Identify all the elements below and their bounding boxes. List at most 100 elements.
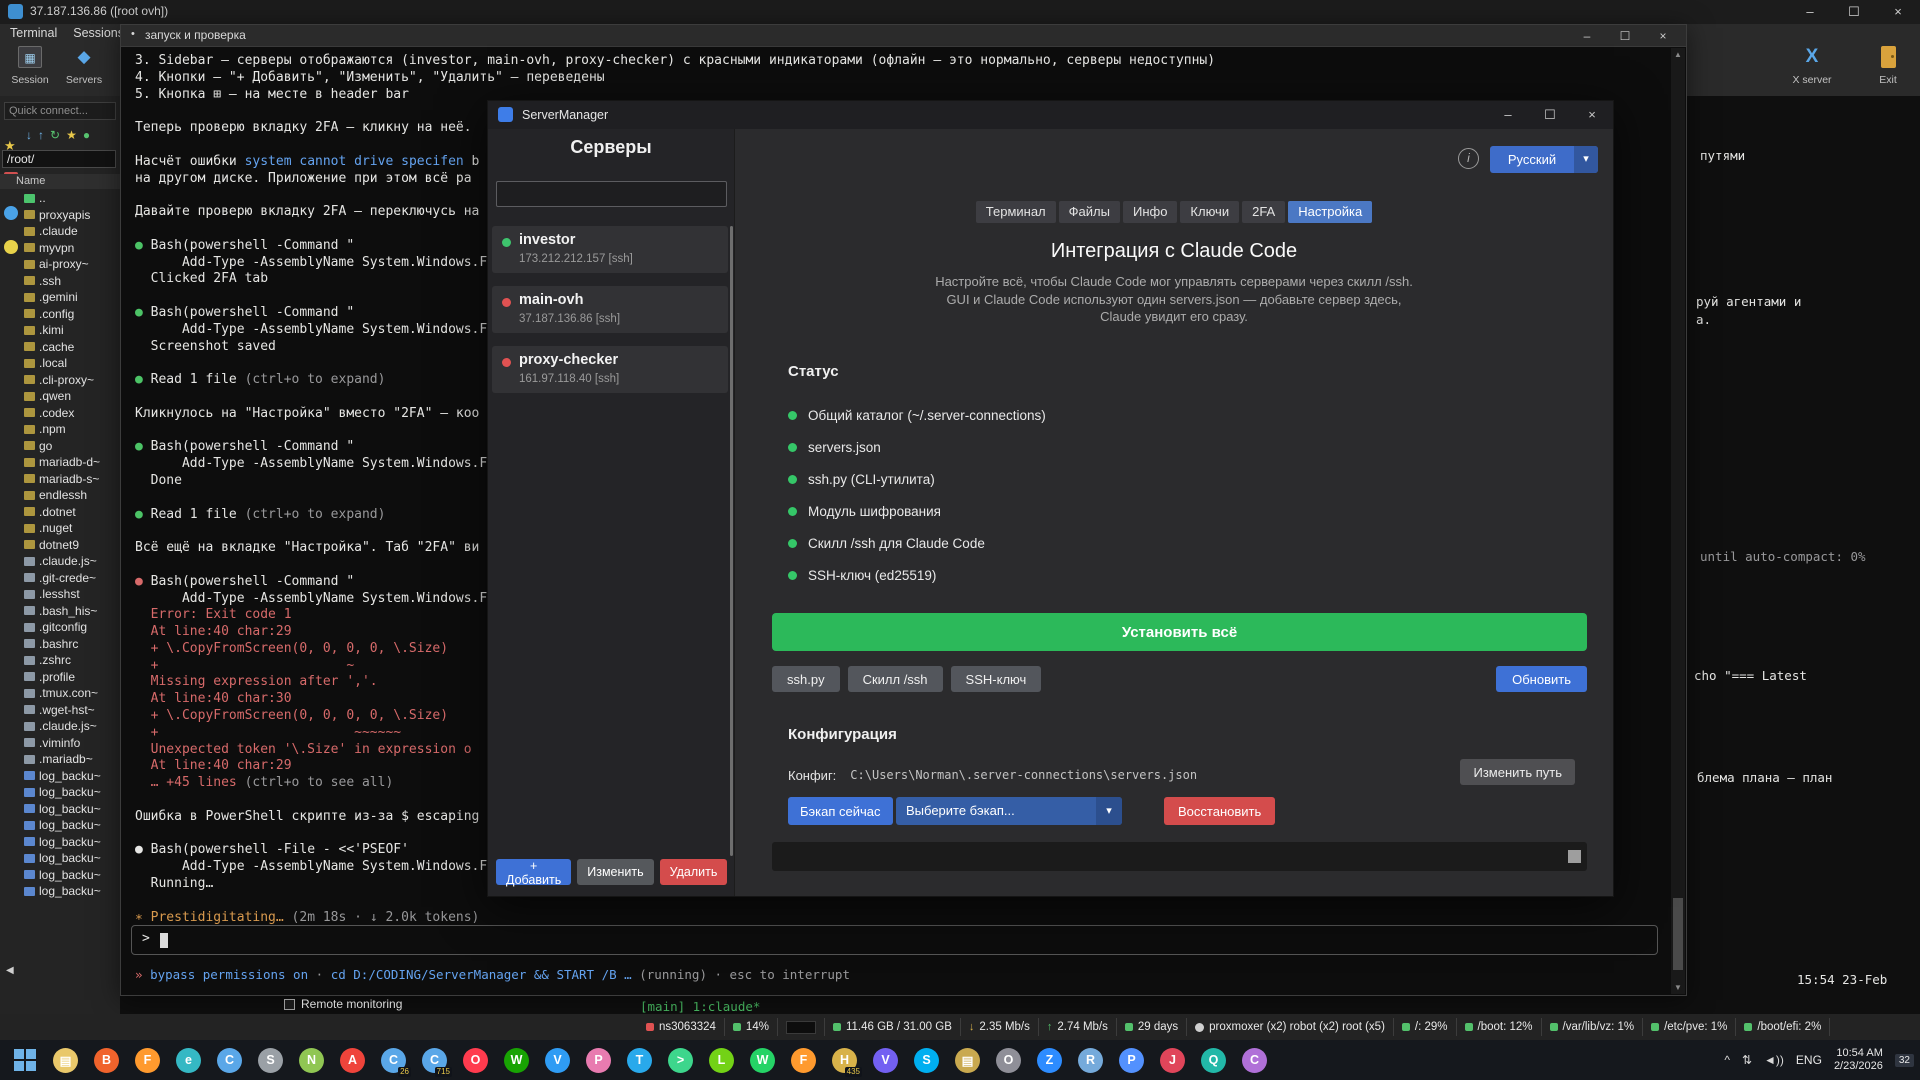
taskbar-powershell[interactable]: P bbox=[1111, 1040, 1152, 1080]
quick-connect-input[interactable]: Quick connect... bbox=[4, 102, 116, 120]
tree-item[interactable]: endlessh bbox=[24, 487, 120, 504]
server-item-proxy-checker[interactable]: proxy-checker161.97.118.40 [ssh] bbox=[492, 346, 728, 393]
backup-select[interactable]: Выберите бэкап... ▾ bbox=[896, 797, 1122, 825]
tree-item[interactable]: log_backu~ bbox=[24, 850, 120, 867]
tree-item[interactable]: log_backu~ bbox=[24, 784, 120, 801]
server-manager-titlebar[interactable]: ServerManager – ☐ × bbox=[488, 101, 1613, 129]
session-button[interactable]: ▦ Session bbox=[4, 46, 56, 88]
add-server-button[interactable]: + Добавить bbox=[496, 859, 571, 885]
x-server-button[interactable]: X X server bbox=[1786, 46, 1838, 88]
taskbar-opera[interactable]: O bbox=[455, 1040, 496, 1080]
terminal-minimize-button[interactable]: – bbox=[1568, 25, 1606, 47]
tree-item[interactable]: .wget-hst~ bbox=[24, 702, 120, 719]
taskbar-firefox-2[interactable]: F bbox=[783, 1040, 824, 1080]
scrollbar-thumb[interactable] bbox=[1673, 898, 1683, 970]
tab-keys[interactable]: Ключи bbox=[1180, 201, 1239, 223]
tree-item[interactable]: mariadb-s~ bbox=[24, 471, 120, 488]
tree-item[interactable]: .lesshst bbox=[24, 586, 120, 603]
taskbar-file-explorer[interactable]: ▤ bbox=[45, 1040, 86, 1080]
info-icon[interactable]: i bbox=[1458, 148, 1479, 169]
taskbar-libreoffice[interactable]: L bbox=[701, 1040, 742, 1080]
taskbar-his[interactable]: H435 bbox=[824, 1040, 865, 1080]
tool-button-ssh-[interactable]: SSH-ключ bbox=[951, 666, 1042, 692]
tool-button--ssh[interactable]: Скилл /ssh bbox=[848, 666, 943, 692]
delete-server-button[interactable]: Удалить bbox=[660, 859, 728, 885]
tree-item[interactable]: .zshrc bbox=[24, 652, 120, 669]
download-icon[interactable]: ↓ bbox=[26, 128, 32, 142]
taskbar-chrome-profile-2[interactable]: C715 bbox=[414, 1040, 455, 1080]
sm-close-button[interactable]: × bbox=[1571, 101, 1613, 129]
tree-item[interactable]: .bash_his~ bbox=[24, 603, 120, 620]
terminal-close-button[interactable]: × bbox=[1644, 25, 1682, 47]
change-path-button[interactable]: Изменить путь bbox=[1460, 759, 1575, 785]
sidebar-shell-icon[interactable] bbox=[4, 240, 18, 254]
sm-maximize-button[interactable]: ☐ bbox=[1529, 101, 1571, 129]
restore-button[interactable]: Восстановить bbox=[1164, 797, 1275, 825]
tree-item[interactable]: .nuget bbox=[24, 520, 120, 537]
taskbar-terminal[interactable]: > bbox=[660, 1040, 701, 1080]
server-search-input[interactable] bbox=[496, 181, 727, 207]
remote-close-button[interactable]: × bbox=[1876, 0, 1920, 24]
tree-item[interactable]: .cli-proxy~ bbox=[24, 372, 120, 389]
taskbar-chrome[interactable]: C bbox=[209, 1040, 250, 1080]
language-select[interactable]: Русский ▾ bbox=[1490, 146, 1598, 173]
server-item-main-ovh[interactable]: main-ovh37.187.136.86 [ssh] bbox=[492, 286, 728, 333]
servers-button[interactable]: ◆ Servers bbox=[58, 46, 110, 88]
taskbar-writer[interactable]: W bbox=[496, 1040, 537, 1080]
taskbar-edge[interactable]: e bbox=[168, 1040, 209, 1080]
taskbar-obs[interactable]: O bbox=[988, 1040, 1029, 1080]
network-icon[interactable]: ⇅ bbox=[1742, 1053, 1752, 1067]
taskbar-camera[interactable]: C bbox=[1234, 1040, 1275, 1080]
tree-item[interactable]: .viminfo bbox=[24, 735, 120, 752]
start-button[interactable] bbox=[4, 1040, 45, 1080]
taskbar-paint[interactable]: P bbox=[578, 1040, 619, 1080]
remote-monitoring-checkbox-row[interactable]: Remote monitoring bbox=[284, 997, 402, 1011]
sidebar-sftp-icon[interactable] bbox=[4, 206, 18, 220]
log-scrollbar-thumb[interactable] bbox=[1568, 850, 1581, 863]
refresh-button[interactable]: Обновить bbox=[1496, 666, 1587, 692]
tree-item[interactable]: .claude.js~ bbox=[24, 553, 120, 570]
claude-input-box[interactable]: > bbox=[131, 925, 1658, 955]
tab-info[interactable]: Инфо bbox=[1123, 201, 1177, 223]
tree-item[interactable]: .qwen bbox=[24, 388, 120, 405]
tree-item[interactable]: log_backu~ bbox=[24, 883, 120, 900]
tree-item[interactable]: .config bbox=[24, 306, 120, 323]
taskbar-quick-share[interactable]: Q bbox=[1193, 1040, 1234, 1080]
tree-item[interactable]: .gemini bbox=[24, 289, 120, 306]
tab-2fa[interactable]: 2FA bbox=[1242, 201, 1285, 223]
remote-minimize-button[interactable]: – bbox=[1788, 0, 1832, 24]
remote-maximize-button[interactable]: ☐ bbox=[1832, 0, 1876, 24]
taskbar-chrome-profile-1[interactable]: C26 bbox=[373, 1040, 414, 1080]
tree-item[interactable]: .claude bbox=[24, 223, 120, 240]
terminal-maximize-button[interactable]: ☐ bbox=[1606, 25, 1644, 47]
taskbar-notepad[interactable]: N bbox=[291, 1040, 332, 1080]
tree-item[interactable]: .dotnet bbox=[24, 504, 120, 521]
sm-minimize-button[interactable]: – bbox=[1487, 101, 1529, 129]
tree-item[interactable]: proxyapis bbox=[24, 207, 120, 224]
tree-item[interactable]: .git-crede~ bbox=[24, 570, 120, 587]
tree-item[interactable]: log_backu~ bbox=[24, 801, 120, 818]
tree-item[interactable]: .bashrc bbox=[24, 636, 120, 653]
tree-item[interactable]: .. bbox=[24, 190, 120, 207]
scroll-down-icon[interactable]: ▼ bbox=[1671, 983, 1685, 992]
tray-clock[interactable]: 10:54 AM 2/23/2026 bbox=[1834, 1047, 1883, 1073]
tray-chevron-up-icon[interactable]: ^ bbox=[1724, 1053, 1730, 1067]
tree-item[interactable]: .claude.js~ bbox=[24, 718, 120, 735]
taskbar-zoom[interactable]: Z bbox=[1029, 1040, 1070, 1080]
tree-item[interactable]: .kimi bbox=[24, 322, 120, 339]
tool-button-ssh-py[interactable]: ssh.py bbox=[772, 666, 840, 692]
taskbar-folder[interactable]: ▤ bbox=[947, 1040, 988, 1080]
tab-files[interactable]: Файлы bbox=[1059, 201, 1120, 223]
volume-icon[interactable]: ◄)) bbox=[1764, 1053, 1784, 1067]
menu-sessions[interactable]: Sessions bbox=[73, 26, 124, 40]
tree-name-header[interactable]: Name bbox=[0, 174, 120, 189]
tree-item[interactable]: myvpn bbox=[24, 240, 120, 257]
taskbar-jetbrains[interactable]: J bbox=[1152, 1040, 1193, 1080]
taskbar-steam[interactable]: S bbox=[250, 1040, 291, 1080]
tab-terminal[interactable]: Терминал bbox=[976, 201, 1056, 223]
taskbar-firefox[interactable]: F bbox=[127, 1040, 168, 1080]
tree-item[interactable]: log_backu~ bbox=[24, 817, 120, 834]
server-list-scrollbar[interactable] bbox=[730, 226, 733, 856]
taskbar-whatsapp[interactable]: W bbox=[742, 1040, 783, 1080]
tree-item[interactable]: .profile bbox=[24, 669, 120, 686]
